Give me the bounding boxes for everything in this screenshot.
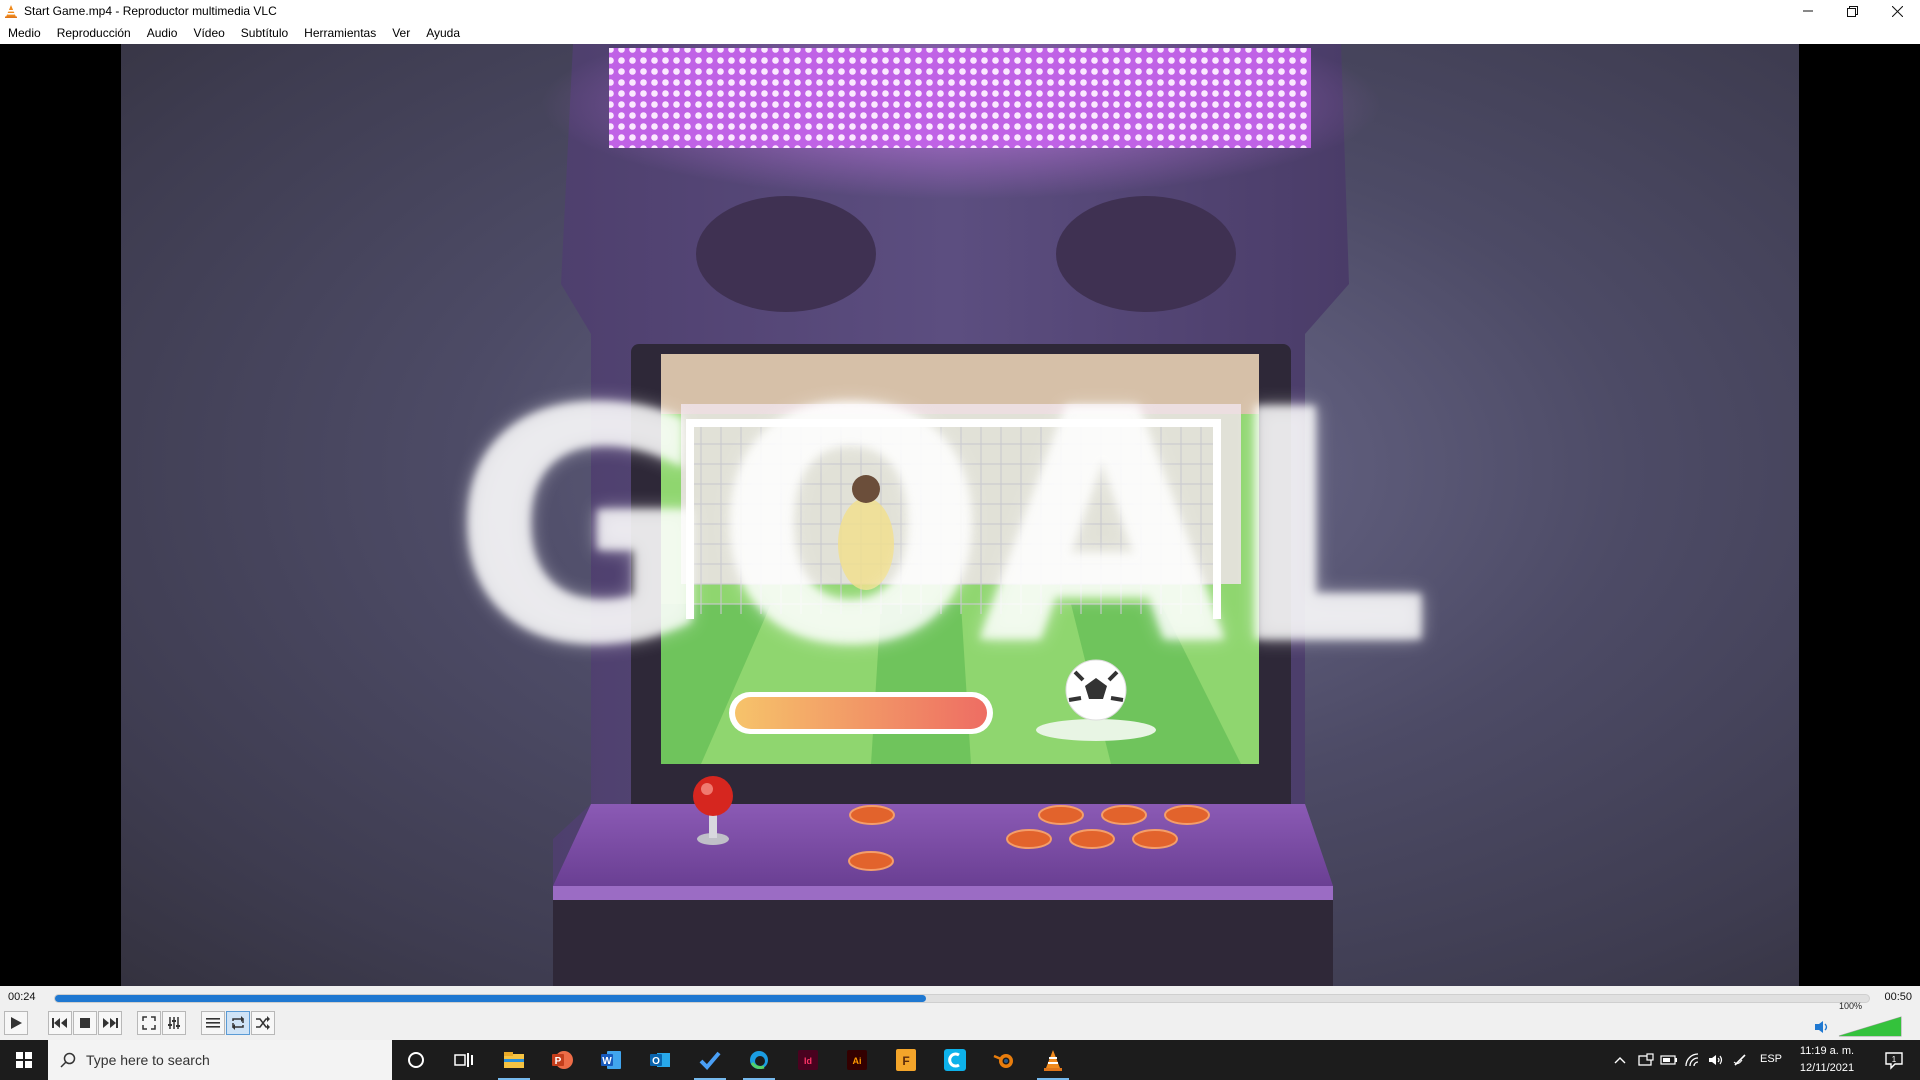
volume-slider[interactable]	[1838, 1016, 1902, 1038]
playlist-button[interactable]	[201, 1011, 225, 1035]
indesign-icon[interactable]: Id	[784, 1040, 832, 1080]
illustrator-icon[interactable]: Ai	[833, 1040, 881, 1080]
time-elapsed: 00:24	[8, 991, 36, 1003]
arcade-scene: GOAL GOAL	[452, 44, 1430, 986]
seek-bar[interactable]	[54, 994, 1870, 1003]
start-button[interactable]	[0, 1040, 48, 1080]
restore-icon[interactable]	[1830, 0, 1875, 22]
title-bar: Start Game.mp4 - Reproductor multimedia …	[0, 0, 1920, 22]
close-icon[interactable]	[1875, 0, 1920, 22]
taskbar: Type here to search P W O Id Ai F ESP 11…	[0, 1040, 1920, 1080]
search-placeholder: Type here to search	[86, 1052, 210, 1068]
vlc-cone-icon	[4, 4, 18, 18]
task-view-icon[interactable]	[440, 1040, 488, 1080]
volume-icon[interactable]	[1706, 1040, 1726, 1080]
pen-icon[interactable]	[1730, 1040, 1750, 1080]
svg-text:Id: Id	[804, 1056, 812, 1066]
time-total: 00:50	[1884, 991, 1912, 1003]
svg-text:O: O	[652, 1056, 660, 1067]
blender-icon[interactable]	[980, 1040, 1028, 1080]
loop-icon	[232, 1016, 244, 1030]
outlook-icon[interactable]: O	[636, 1040, 684, 1080]
stop-button[interactable]	[73, 1011, 97, 1035]
menu-audio[interactable]: Audio	[139, 22, 186, 44]
svg-text:GOAL: GOAL	[452, 343, 1430, 715]
device-icon[interactable]	[1636, 1040, 1656, 1080]
player-controls: 00:24 00:50 100%	[0, 986, 1920, 1040]
play-button[interactable]	[4, 1011, 28, 1035]
notification-button[interactable]: 1	[1874, 1040, 1914, 1080]
svg-text:W: W	[602, 1056, 612, 1067]
video-area[interactable]: GOAL GOAL	[0, 44, 1920, 986]
speaker-icon[interactable]	[1814, 1020, 1830, 1034]
play-icon	[11, 1017, 22, 1029]
shuffle-button[interactable]	[251, 1011, 275, 1035]
shuffle-icon	[256, 1016, 270, 1030]
clock[interactable]: 11:19 a. m. 12/11/2021	[1792, 1043, 1862, 1077]
windows-icon	[16, 1052, 32, 1068]
menu-medio[interactable]: Medio	[0, 22, 49, 44]
word-icon[interactable]: W	[587, 1040, 635, 1080]
menu-bar: Medio Reproducción Audio Vídeo Subtítulo…	[0, 22, 1920, 44]
wifi-icon[interactable]	[1683, 1040, 1703, 1080]
svg-text:P: P	[555, 1056, 562, 1067]
prev-icon	[52, 1018, 67, 1028]
menu-herramientas[interactable]: Herramientas	[296, 22, 384, 44]
menu-subtitulo[interactable]: Subtítulo	[233, 22, 296, 44]
menu-reproduccion[interactable]: Reproducción	[49, 22, 139, 44]
menu-ayuda[interactable]: Ayuda	[418, 22, 468, 44]
show-hidden-icons-icon[interactable]	[1610, 1040, 1630, 1080]
next-icon	[103, 1018, 118, 1028]
battery-icon[interactable]	[1659, 1040, 1679, 1080]
menu-video[interactable]: Vídeo	[185, 22, 232, 44]
volume-control[interactable]: 100%	[1814, 1001, 1914, 1038]
powerpoint-icon[interactable]: P	[538, 1040, 586, 1080]
vlc-icon[interactable]	[1029, 1040, 1077, 1080]
goal-overlay: GOAL GOAL	[452, 343, 1430, 715]
taskbar-search[interactable]: Type here to search	[48, 1040, 392, 1080]
fullscreen-icon	[142, 1016, 156, 1030]
file-explorer-icon[interactable]	[490, 1040, 538, 1080]
stop-icon	[80, 1018, 90, 1028]
menu-ver[interactable]: Ver	[384, 22, 418, 44]
video-frame[interactable]: GOAL GOAL	[121, 44, 1799, 986]
search-icon	[60, 1052, 76, 1068]
todo-icon[interactable]	[686, 1040, 734, 1080]
c-app-icon[interactable]	[931, 1040, 979, 1080]
cortana-icon[interactable]	[392, 1040, 440, 1080]
clock-time: 11:19 a. m.	[1799, 1045, 1855, 1057]
figma-icon[interactable]: F	[882, 1040, 930, 1080]
extended-settings-button[interactable]	[162, 1011, 186, 1035]
fullscreen-button[interactable]	[137, 1011, 161, 1035]
svg-text:1: 1	[1892, 1055, 1897, 1064]
language-indicator[interactable]: ESP	[1760, 1053, 1782, 1065]
playlist-icon	[206, 1018, 220, 1028]
clock-date: 12/11/2021	[1799, 1062, 1855, 1074]
previous-button[interactable]	[48, 1011, 72, 1035]
notification-icon: 1	[1885, 1052, 1903, 1070]
edge-icon[interactable]	[735, 1040, 783, 1080]
loop-button[interactable]	[226, 1011, 250, 1035]
window-title: Start Game.mp4 - Reproductor multimedia …	[24, 4, 277, 18]
minimize-icon[interactable]	[1785, 0, 1830, 22]
svg-text:F: F	[902, 1054, 909, 1068]
svg-text:Ai: Ai	[853, 1056, 862, 1066]
seek-bar-progress	[55, 995, 926, 1002]
next-button[interactable]	[98, 1011, 122, 1035]
volume-label: 100%	[1838, 1001, 1862, 1011]
extended-settings-icon	[168, 1017, 180, 1029]
